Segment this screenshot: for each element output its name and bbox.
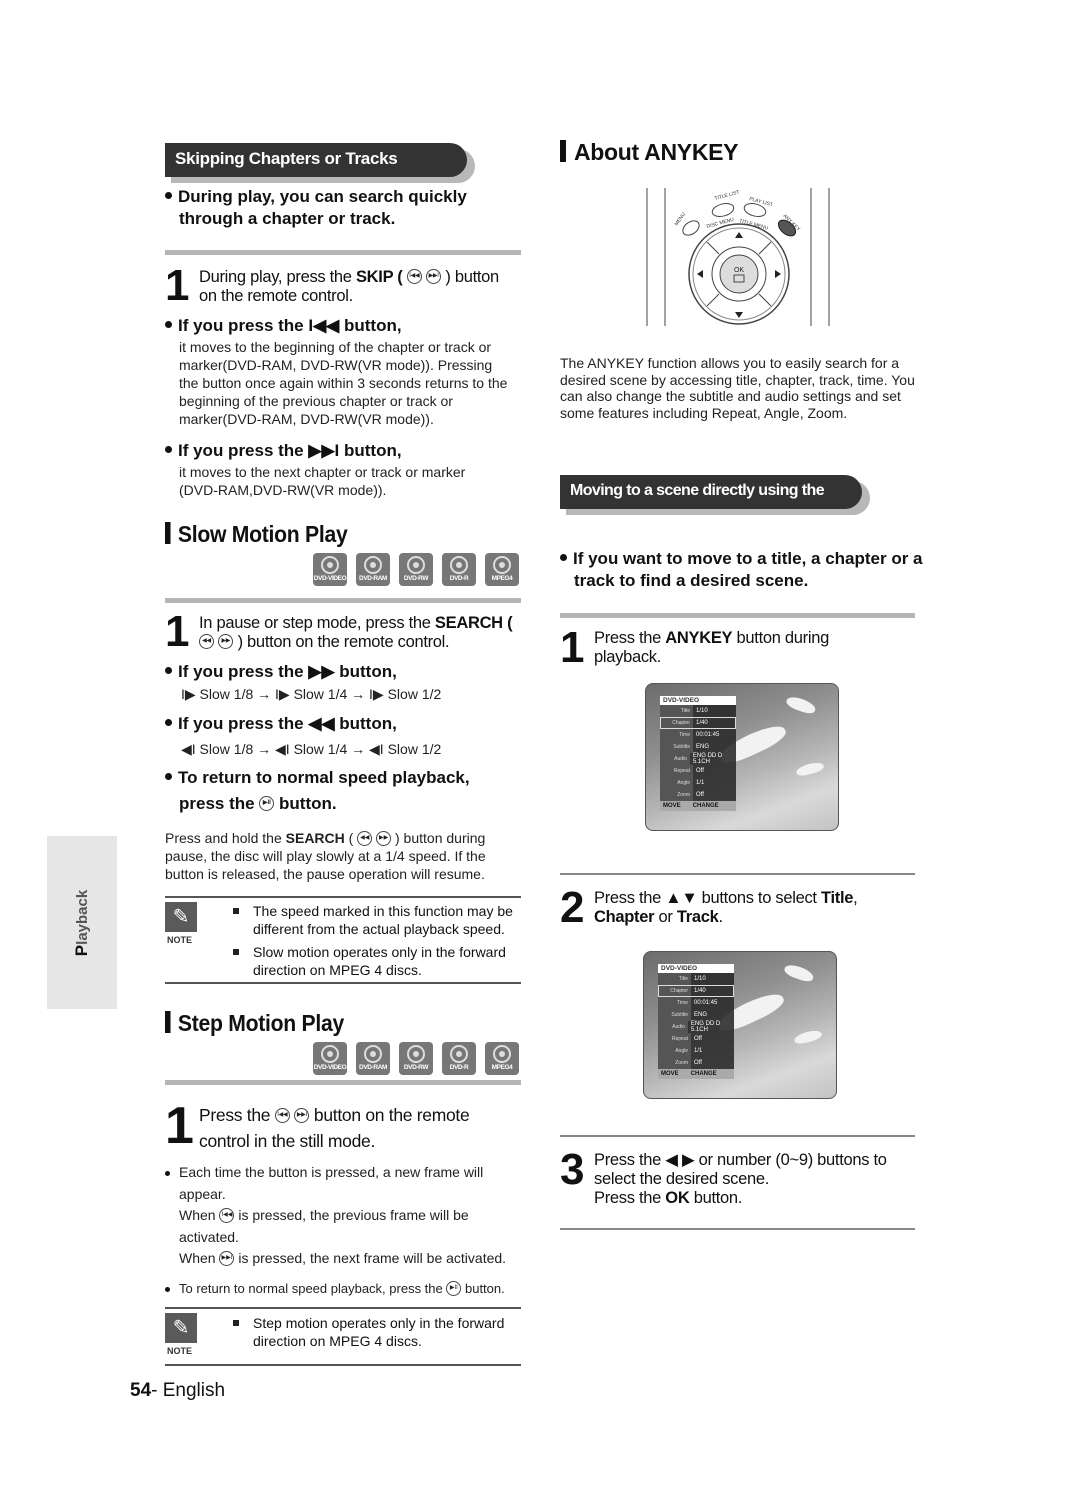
- disc-icon: [364, 556, 382, 574]
- note-item: Step motion operates only in the forward…: [233, 1314, 521, 1350]
- step-note: ✎ NOTE Step motion operates only in the …: [165, 1307, 521, 1364]
- disc-icon: [493, 1045, 511, 1063]
- step-forward-button-icon: ▶▶I: [219, 1250, 235, 1266]
- disc-icon: [407, 556, 425, 574]
- disc-badge-dvd-ram: DVD-RAM: [356, 1042, 390, 1075]
- skip-next-description: it moves to the next chapter or track or…: [179, 464, 466, 498]
- skip-next-button-icon: ▶▶I: [426, 269, 442, 285]
- page-number: 54- English: [130, 1380, 226, 1401]
- anykey-osd-menu: DVD-VIDEO Title 1/10 Chapter 1/40 Time 00:0…: [658, 964, 734, 1079]
- moving-header: Moving to a scene directly using the ANY…: [560, 475, 870, 530]
- divider: [560, 1135, 915, 1137]
- disc-badge-dvd-r: DVD-R: [442, 1042, 476, 1075]
- step-disc-badges: DVD-VIDEO DVD-RAM DVD-RW DVD-R MPEG4: [313, 1042, 519, 1075]
- disc-icon: [407, 1045, 425, 1063]
- osd-screenshot-1: DVD-VIDEO Title 1/10 Chapter 1/40 Time 00:0…: [645, 683, 839, 831]
- disc-icon: [493, 556, 511, 574]
- anykey-osd-menu: DVD-VIDEO Title 1/10 Chapter 1/40 Time 00:0…: [660, 696, 736, 811]
- pencil-note-icon: ✎: [165, 902, 197, 932]
- slow-reverse-sequence: ◀I Slow 1/8 → ◀I Slow 1/4 → ◀I Slow 1/2: [181, 741, 442, 757]
- step-back-button-icon: I◀◀: [219, 1207, 235, 1223]
- note-bottom-rule: [165, 1364, 521, 1366]
- disc-icon: [321, 556, 339, 574]
- play-pause-button-icon: ▶II: [259, 796, 275, 812]
- skip-prev-button-icon: I◀◀: [406, 269, 422, 285]
- divider: [165, 1080, 521, 1085]
- anykey-step-2: 2 Press the ▲▼ buttons to select Title, …: [560, 883, 858, 932]
- dpad: OK: [688, 223, 790, 325]
- skip-forward-icon: ▶▶I: [308, 441, 340, 460]
- moving-intro: If you want to move to a title, a chapte…: [560, 548, 924, 592]
- skipping-header: Skipping Chapters or Tracks: [165, 143, 475, 183]
- anykey-step-1: 1 Press the ANYKEY button during playbac…: [560, 623, 829, 672]
- fast-forward-icon: ▶▶: [308, 662, 335, 681]
- search-forward-button-icon: ▶▶: [218, 634, 234, 650]
- note-bottom-rule: [165, 982, 521, 984]
- slow-normal-speed: To return to normal speed playback, pres…: [165, 765, 470, 817]
- side-tab-label: Playback: [72, 889, 91, 956]
- divider: [560, 1228, 915, 1230]
- step-forward-button-icon: ▶▶I: [294, 1107, 310, 1123]
- disc-badge-mpeg4: MPEG4: [485, 553, 519, 586]
- note-item: Slow motion operates only in the forward…: [233, 943, 521, 979]
- disc-badge-mpeg4: MPEG4: [485, 1042, 519, 1075]
- divider: [165, 250, 521, 255]
- remote-control-illustration: OK TITLE LIST PLAY LIST MENU ANY KEY DIS…: [646, 188, 830, 326]
- disc-icon: [364, 1045, 382, 1063]
- osd-screenshot-2: DVD-VIDEO Title 1/10 Chapter 1/40 Time 00:0…: [643, 951, 837, 1099]
- ok-label: OK: [734, 267, 744, 274]
- step-step-1: 1 Press the I◀◀ ▶▶I button on the remote…: [165, 1097, 470, 1155]
- skipping-step-1: 1 During play, press the SKIP ( I◀◀ ▶▶I …: [165, 261, 499, 310]
- search-back-button-icon: ◀◀: [199, 634, 214, 650]
- skip-back-icon: I◀◀: [308, 316, 340, 335]
- svg-text:TITLE LIST: TITLE LIST: [714, 190, 740, 202]
- slow-forward-heading: If you press the ▶▶ button,: [165, 661, 397, 683]
- skip-prev-description: it moves to the beginning of the chapter…: [179, 339, 508, 427]
- disc-icon: [450, 556, 468, 574]
- disc-badge-dvd-video: DVD-VIDEO: [313, 1042, 347, 1075]
- divider: [560, 613, 915, 618]
- anykey-step-3: 3 Press the ◀ ▶ or number (0~9) buttons …: [560, 1145, 887, 1208]
- step-motion-title: Step Motion Play: [165, 1010, 344, 1036]
- about-anykey-title: About ANYKEY: [560, 139, 739, 165]
- anykey-description: The ANYKEY function allows you to easily…: [560, 355, 915, 422]
- search-back-button-icon: ◀◀: [357, 830, 373, 846]
- slow-motion-title: Slow Motion Play: [165, 521, 348, 547]
- slow-note: ✎ NOTE The speed marked in this function…: [165, 896, 521, 982]
- skipping-intro: During play, you can search quickly thro…: [165, 186, 519, 230]
- disc-badge-dvd-video: DVD-VIDEO: [313, 553, 347, 586]
- note-item: The speed marked in this function may be…: [233, 902, 521, 938]
- play-pause-button-icon: ▶II: [446, 1281, 462, 1297]
- disc-badge-dvd-rw: DVD-RW: [399, 1042, 433, 1075]
- skip-next-heading: If you press the ▶▶I button,: [165, 440, 521, 462]
- step-bullet-2: To return to normal speed playback, pres…: [165, 1280, 521, 1298]
- rewind-icon: ◀◀: [308, 714, 335, 733]
- disc-badge-dvd-r: DVD-R: [442, 553, 476, 586]
- step-bullet-1: Each time the button is pressed, a new f…: [165, 1162, 515, 1270]
- disc-badge-dvd-ram: DVD-RAM: [356, 553, 390, 586]
- slow-step-1: 1 In pause or step mode, press the SEARC…: [165, 607, 513, 656]
- disc-icon: [450, 1045, 468, 1063]
- divider: [560, 873, 915, 875]
- search-forward-button-icon: ▶▶: [376, 830, 392, 846]
- disc-icon: [321, 1045, 339, 1063]
- slow-forward-sequence: I▶ Slow 1/8 → I▶ Slow 1/4 → I▶ Slow 1/2: [181, 686, 442, 702]
- disc-badge-dvd-rw: DVD-RW: [399, 553, 433, 586]
- step-back-button-icon: I◀◀: [274, 1107, 290, 1123]
- slow-disc-badges: DVD-VIDEO DVD-RAM DVD-RW DVD-R MPEG4: [313, 553, 519, 586]
- title-list-button: [711, 203, 735, 217]
- slow-hold-description: Press and hold the SEARCH ( ◀◀ ▶▶ ) butt…: [165, 830, 486, 882]
- section-side-tab: Playback: [47, 836, 117, 1009]
- pencil-note-icon: ✎: [165, 1313, 197, 1343]
- skip-prev-heading: If you press the I◀◀ button,: [165, 315, 521, 337]
- divider: [165, 598, 521, 603]
- menu-button: [682, 220, 700, 236]
- slow-reverse-heading: If you press the ◀◀ button,: [165, 713, 397, 735]
